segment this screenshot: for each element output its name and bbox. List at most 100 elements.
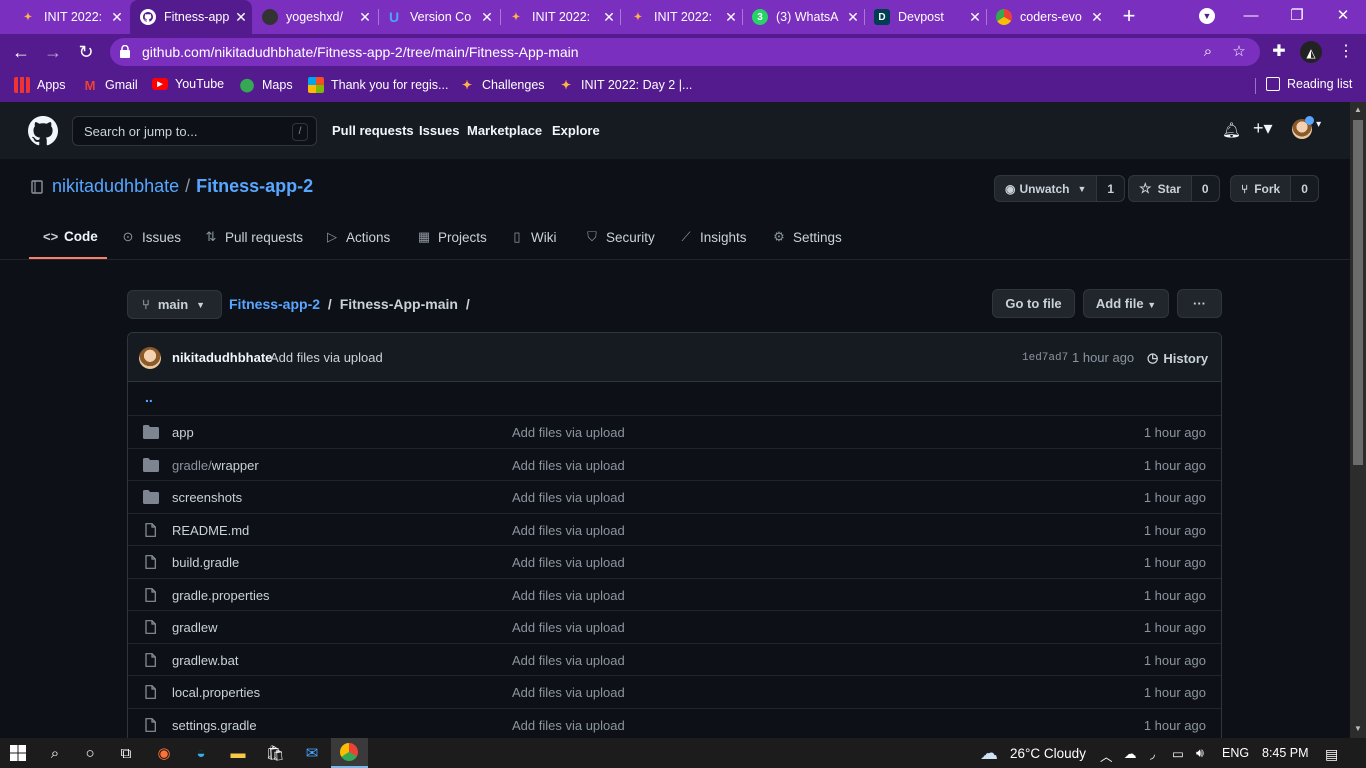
scrollbar-thumb[interactable] (1353, 120, 1363, 465)
mail-icon[interactable]: ✉ (301, 742, 323, 764)
stars-count[interactable]: 0 (1190, 176, 1219, 201)
file-commit-message-link[interactable]: Add files via upload (512, 523, 625, 538)
bookmark-apps[interactable]: Apps (14, 77, 66, 93)
browser-tab[interactable]: ✦ INIT 2022: ✕ (622, 0, 742, 34)
breadcrumb-repo-link[interactable]: Fitness-app-2 (229, 296, 320, 312)
language-indicator[interactable]: ENG (1222, 746, 1249, 760)
parent-directory-row[interactable]: .. (128, 382, 1221, 415)
windows-start-icon[interactable] (7, 742, 29, 764)
file-name-link[interactable]: gradlew.bat (172, 653, 239, 668)
back-icon[interactable]: ← (8, 40, 34, 64)
tab-issues[interactable]: ⊙ Issues (121, 229, 181, 245)
weather-text[interactable]: 26°C Cloudy (1010, 746, 1086, 761)
file-commit-message-link[interactable]: Add files via upload (512, 685, 625, 700)
clock[interactable]: 8:45 PM (1262, 746, 1309, 760)
watchers-count[interactable]: 1 (1096, 176, 1125, 201)
close-tab-icon[interactable]: ✕ (1086, 9, 1108, 26)
tab-wiki[interactable]: ▯ Wiki (510, 229, 556, 245)
user-avatar[interactable]: ▾ (1292, 116, 1321, 143)
file-name-link[interactable]: build.gradle (172, 555, 239, 570)
notifications-bell-icon[interactable]: 🔔︎ (1222, 121, 1241, 139)
parent-directory-link[interactable]: .. (145, 389, 153, 405)
more-options-button[interactable]: ··· (1177, 289, 1222, 318)
tab-settings[interactable]: ⚙ Settings (772, 229, 842, 245)
bookmark-gmail[interactable]: M Gmail (82, 77, 138, 93)
forks-count[interactable]: 0 (1290, 176, 1318, 201)
tab-search-icon[interactable]: ▼ (1184, 0, 1230, 34)
add-file-button[interactable]: Add file ▼ (1083, 289, 1169, 318)
browser-tab[interactable]: yogeshxd/ ✕ (254, 0, 376, 34)
network-icon[interactable]: ☁ (1124, 746, 1137, 761)
close-tab-icon[interactable]: ✕ (842, 9, 864, 26)
bookmark-init-day2[interactable]: ✦ INIT 2022: Day 2 |... (558, 77, 692, 93)
commit-message-link[interactable]: Add files via upload (270, 350, 383, 365)
address-bar[interactable]: github.com/nikitadudhbhate/Fitness-app-2… (110, 38, 1260, 66)
file-name-link[interactable]: gradle.properties (172, 588, 270, 603)
file-row[interactable]: build.gradle Add files via upload 1 hour a… (128, 545, 1221, 578)
folder-name-link[interactable]: screenshots (172, 490, 242, 505)
reading-list-button[interactable]: Reading list (1266, 77, 1352, 91)
file-commit-message-link[interactable]: Add files via upload (512, 490, 625, 505)
tab-pull-requests[interactable]: ⇅ Pull requests (204, 229, 304, 245)
file-name-link[interactable]: README.md (172, 523, 249, 538)
tab-code[interactable]: <> Code (43, 229, 98, 244)
folder-name-link[interactable]: gradle/wrapper (172, 458, 259, 473)
firefox-icon[interactable]: ◉ (153, 742, 175, 764)
search-icon[interactable]: ⌕ (44, 742, 66, 764)
tab-insights[interactable]: ⟋ Insights (679, 229, 746, 245)
forward-icon[interactable]: → (40, 40, 66, 64)
close-tab-icon[interactable]: ✕ (106, 9, 128, 26)
avatar[interactable] (139, 347, 161, 369)
file-name-link[interactable]: gradlew (172, 620, 218, 635)
repo-owner-link[interactable]: nikitadudhbhate (52, 176, 179, 197)
extensions-icon[interactable]: ✚ (1267, 40, 1291, 64)
file-commit-message-link[interactable]: Add files via upload (512, 458, 625, 473)
minimize-icon[interactable]: — (1228, 0, 1274, 34)
commit-author-link[interactable]: nikitadudhbhate (172, 350, 272, 365)
restore-icon[interactable]: ❐ (1274, 0, 1320, 34)
edge-icon[interactable]: ◒ (190, 742, 212, 764)
battery-icon[interactable]: ▭ (1172, 746, 1184, 761)
close-tab-icon[interactable]: ✕ (354, 9, 376, 26)
notifications-icon[interactable]: ▤ (1325, 746, 1338, 763)
nav-issues[interactable]: Issues (419, 123, 459, 138)
commit-sha-link[interactable]: 1ed7ad7 (1022, 352, 1068, 364)
close-window-icon[interactable]: ✕ (1320, 0, 1366, 34)
history-link[interactable]: ◷ History (1147, 350, 1208, 366)
tab-security[interactable]: ⛉ Security (585, 229, 655, 245)
file-commit-message-link[interactable]: Add files via upload (512, 653, 625, 668)
store-icon[interactable]: 🛍︎ (264, 742, 286, 764)
nav-explore[interactable]: Explore (552, 123, 600, 138)
file-row[interactable]: settings.gradle Add files via upload 1 hou… (128, 707, 1221, 741)
tab-actions[interactable]: ▷ Actions (325, 229, 390, 245)
file-commit-message-link[interactable]: Add files via upload (512, 588, 625, 603)
new-tab-icon[interactable]: + (1118, 5, 1140, 27)
browser-tab[interactable]: ✦ INIT 2022: ✕ (500, 0, 620, 34)
file-commit-message-link[interactable]: Add files via upload (512, 620, 625, 635)
scroll-up-icon[interactable]: ▲ (1354, 105, 1362, 114)
file-row[interactable]: gradlew.bat Add files via upload 1 hour ag… (128, 642, 1221, 676)
menu-icon[interactable]: ⋮ (1334, 40, 1358, 64)
bookmark-thank-you[interactable]: Thank you for regis... (308, 77, 448, 93)
reload-icon[interactable]: ↻ (73, 40, 99, 64)
page-scrollbar[interactable]: ▲ ▼ (1350, 102, 1366, 738)
file-commit-message-link[interactable]: Add files via upload (512, 718, 625, 733)
repo-name-link[interactable]: Fitness-app-2 (196, 176, 313, 197)
browser-tab-active[interactable]: Fitness-app ✕ (130, 0, 252, 34)
file-row[interactable]: screenshots Add files via upload 1 hour ag… (128, 480, 1221, 513)
bookmark-youtube[interactable]: ▶ YouTube (152, 77, 224, 91)
file-explorer-icon[interactable]: ▬ (227, 742, 249, 764)
close-tab-icon[interactable]: ✕ (720, 9, 742, 26)
cortana-icon[interactable]: ○ (79, 742, 101, 764)
browser-tab[interactable]: ✦ INIT 2022: ✕ (0, 0, 128, 34)
zoom-icon[interactable]: ⌕ (1198, 42, 1218, 62)
fork-button[interactable]: ⑂ Fork (1231, 176, 1290, 201)
file-row[interactable]: README.md Add files via upload 1 hour ago (128, 512, 1221, 546)
bookmark-challenges[interactable]: ✦ Challenges (459, 77, 545, 93)
go-to-file-button[interactable]: Go to file (992, 289, 1075, 318)
file-row[interactable]: gradle.properties Add files via upload 1 h… (128, 577, 1221, 611)
tab-projects[interactable]: ▦ Projects (417, 229, 487, 245)
github-logo-icon[interactable] (28, 116, 58, 146)
nav-marketplace[interactable]: Marketplace (467, 123, 542, 138)
chrome-taskbar-button[interactable] (331, 738, 368, 768)
